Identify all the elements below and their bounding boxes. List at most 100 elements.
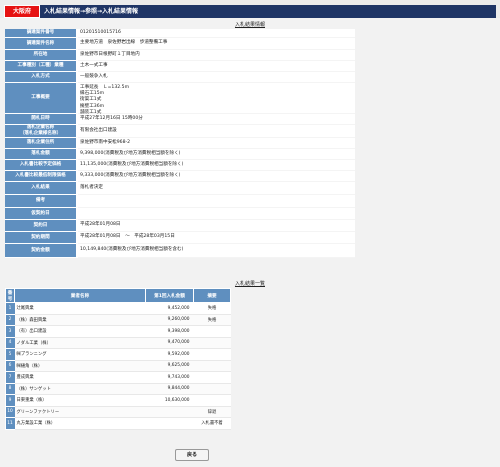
bid-amount: 10,630,000 <box>145 394 194 407</box>
detail-row: 契約金額 10,149,840(消費税及び地方消費税相当額を含む) <box>5 244 355 258</box>
detail-label: 契約日 <box>5 220 76 232</box>
remark: 辞退 <box>193 406 231 418</box>
detail-section-title: 入札結果情報 <box>234 22 265 28</box>
row-number: 6 <box>5 360 15 372</box>
detail-label: 調達案件名称 <box>5 38 76 50</box>
company-name: ㈱樋角（株） <box>14 360 146 372</box>
table-row: 6 ㈱樋角（株） 9,625,000 <box>5 360 231 372</box>
detail-value: 平成28年01月08日 ～ 平成28年03月15日 <box>78 232 355 244</box>
results-section-title: 入札結果一覧 <box>234 281 265 287</box>
detail-label: 入札書比較最低制限価格 <box>5 171 76 182</box>
bid-amount: 9,470,000 <box>145 337 194 349</box>
detail-label: 開札日時 <box>5 114 76 125</box>
detail-row: 所在地 泉佐野市日根野町１丁目地内 <box>5 50 355 61</box>
detail-row: 備考 <box>5 195 355 208</box>
detail-value: 泉佐野市南中安松968-2 <box>78 138 355 149</box>
detail-label: 契約期間 <box>5 232 76 244</box>
detail-value: 9,398,000(消費税及び地方消費税相当額を除く) <box>78 149 355 160</box>
detail-value: 主要地方道 泉佐野岩出線 歩道整備工事 <box>78 38 355 50</box>
company-name: ノダル工業（株） <box>14 337 146 349</box>
detail-row: 開札日時 平成27年12月16日 15時00分 <box>5 114 355 125</box>
remark <box>193 371 231 384</box>
bid-amount: 9,260,000 <box>145 314 194 326</box>
table-row: 3 （有）出口建設 9,398,000 <box>5 325 231 338</box>
table-row: 1 辻尾興業 9,452,000 失格 <box>5 302 231 315</box>
detail-value <box>78 195 355 208</box>
detail-value: 有限会社出口建設 <box>78 125 355 138</box>
company-name: グリーンファクトリー <box>14 406 146 418</box>
detail-label: 調達案件番号 <box>5 29 76 38</box>
table-row: 2 （株）森田興業 9,260,000 失格 <box>5 314 231 326</box>
column-header-amount: 第1回入札金額 <box>145 288 194 303</box>
detail-value <box>78 208 355 220</box>
bid-amount: 9,452,000 <box>145 302 194 315</box>
table-row: 8 （株）サンゲット 9,844,000 <box>5 383 231 395</box>
detail-label: 所在地 <box>5 50 76 61</box>
detail-row: 入札結果 落札者決定 <box>5 182 355 195</box>
row-number: 8 <box>5 383 15 395</box>
detail-value: 11,135,000(消費税及び地方消費税相当額を除く) <box>78 160 355 171</box>
detail-row: 入札方式 一般競争入札 <box>5 72 355 83</box>
header-bar: 大阪府 入札結果情報→参照→入札結果情報 <box>0 0 500 18</box>
detail-label: 工事種別（工種）業種 <box>5 61 76 72</box>
bid-result-detail-panel: 調達案件番号 01201510015716 調達案件名称 主要地方道 泉佐野岩出線 歩… <box>5 29 355 258</box>
detail-label: 落札企業住所 <box>5 138 76 149</box>
company-name: （有）出口建設 <box>14 325 146 338</box>
detail-value: 土木一式工事 <box>78 61 355 72</box>
remark <box>193 383 231 395</box>
detail-value: 落札者決定 <box>78 182 355 195</box>
table-row: 5 ㈱プランニング 9,592,000 <box>5 348 231 361</box>
column-header-company: 業者名称 <box>14 288 146 303</box>
company-name: ㈱プランニング <box>14 348 146 361</box>
detail-row: 入札書比較最低制限価格 9,333,000(消費税及び地方消費税相当額を除く) <box>5 171 355 182</box>
table-row: 10 グリーンファクトリー 辞退 <box>5 406 231 418</box>
remark: 失格 <box>193 302 231 315</box>
bid-amount: 9,743,000 <box>145 371 194 384</box>
remark <box>193 360 231 372</box>
table-row: 7 豊成興業 9,743,000 <box>5 371 231 384</box>
remark <box>193 325 231 338</box>
table-row: 11 丸方業設工業（株） 入札書不着 <box>5 417 231 430</box>
row-number: 2 <box>5 314 15 326</box>
row-number: 4 <box>5 337 15 349</box>
row-number: 10 <box>5 406 15 418</box>
bid-results-table: 番号 業者名称 第1回入札金額 摘要 1 辻尾興業 9,452,000 失格 2 （株）森… <box>5 288 231 430</box>
bid-amount <box>145 417 194 430</box>
row-number: 9 <box>5 394 15 407</box>
remark <box>193 394 231 407</box>
bid-amount: 9,398,000 <box>145 325 194 338</box>
column-header-remark: 摘要 <box>193 288 231 303</box>
breadcrumb: 入札結果情報→参照→入札結果情報 <box>40 5 496 18</box>
remark <box>193 348 231 361</box>
detail-label: 落札企業名称 （落札企業様名称） <box>5 125 76 138</box>
detail-value: 9,333,000(消費税及び地方消費税相当額を除く) <box>78 171 355 182</box>
bid-amount: 9,625,000 <box>145 360 194 372</box>
table-row: 9 日東重業（株） 10,630,000 <box>5 394 231 407</box>
bid-amount <box>145 406 194 418</box>
detail-row: 契約期間 平成28年01月08日 ～ 平成28年03月15日 <box>5 232 355 244</box>
detail-value: 平成28年01月08日 <box>78 220 355 232</box>
detail-label: 工事概要 <box>5 83 76 114</box>
company-name: 丸方業設工業（株） <box>14 417 146 430</box>
company-name: 日東重業（株） <box>14 394 146 407</box>
detail-row: 落札企業住所 泉佐野市南中安松968-2 <box>5 138 355 149</box>
remark: 失格 <box>193 314 231 326</box>
detail-value: 平成27年12月16日 15時00分 <box>78 114 355 125</box>
row-number: 3 <box>5 325 15 338</box>
detail-label: 入札方式 <box>5 72 76 83</box>
detail-label: 落札金額 <box>5 149 76 160</box>
remark: 入札書不着 <box>193 417 231 430</box>
detail-row: 入札書比較予定価格 11,135,000(消費税及び地方消費税相当額を除く) <box>5 160 355 171</box>
row-number: 1 <box>5 302 15 315</box>
detail-row: 工事概要 工事延長 Ｌ=132.5m 縁石工15m 街渠工1式 擁壁工36m 舗装… <box>5 83 355 115</box>
detail-row: 落札金額 9,398,000(消費税及び地方消費税相当額を除く) <box>5 149 355 160</box>
table-row: 4 ノダル工業（株） 9,470,000 <box>5 337 231 349</box>
detail-row: 仮契約日 <box>5 208 355 220</box>
detail-label: 仮契約日 <box>5 208 76 220</box>
detail-label: 入札結果 <box>5 182 76 195</box>
back-button[interactable]: 戻る <box>175 449 209 461</box>
detail-value: 工事延長 Ｌ=132.5m 縁石工15m 街渠工1式 擁壁工36m 舗装工1式 <box>78 83 355 115</box>
remark <box>193 337 231 349</box>
detail-value: 10,149,840(消費税及び地方消費税相当額を含む) <box>78 244 355 258</box>
row-number: 7 <box>5 371 15 384</box>
